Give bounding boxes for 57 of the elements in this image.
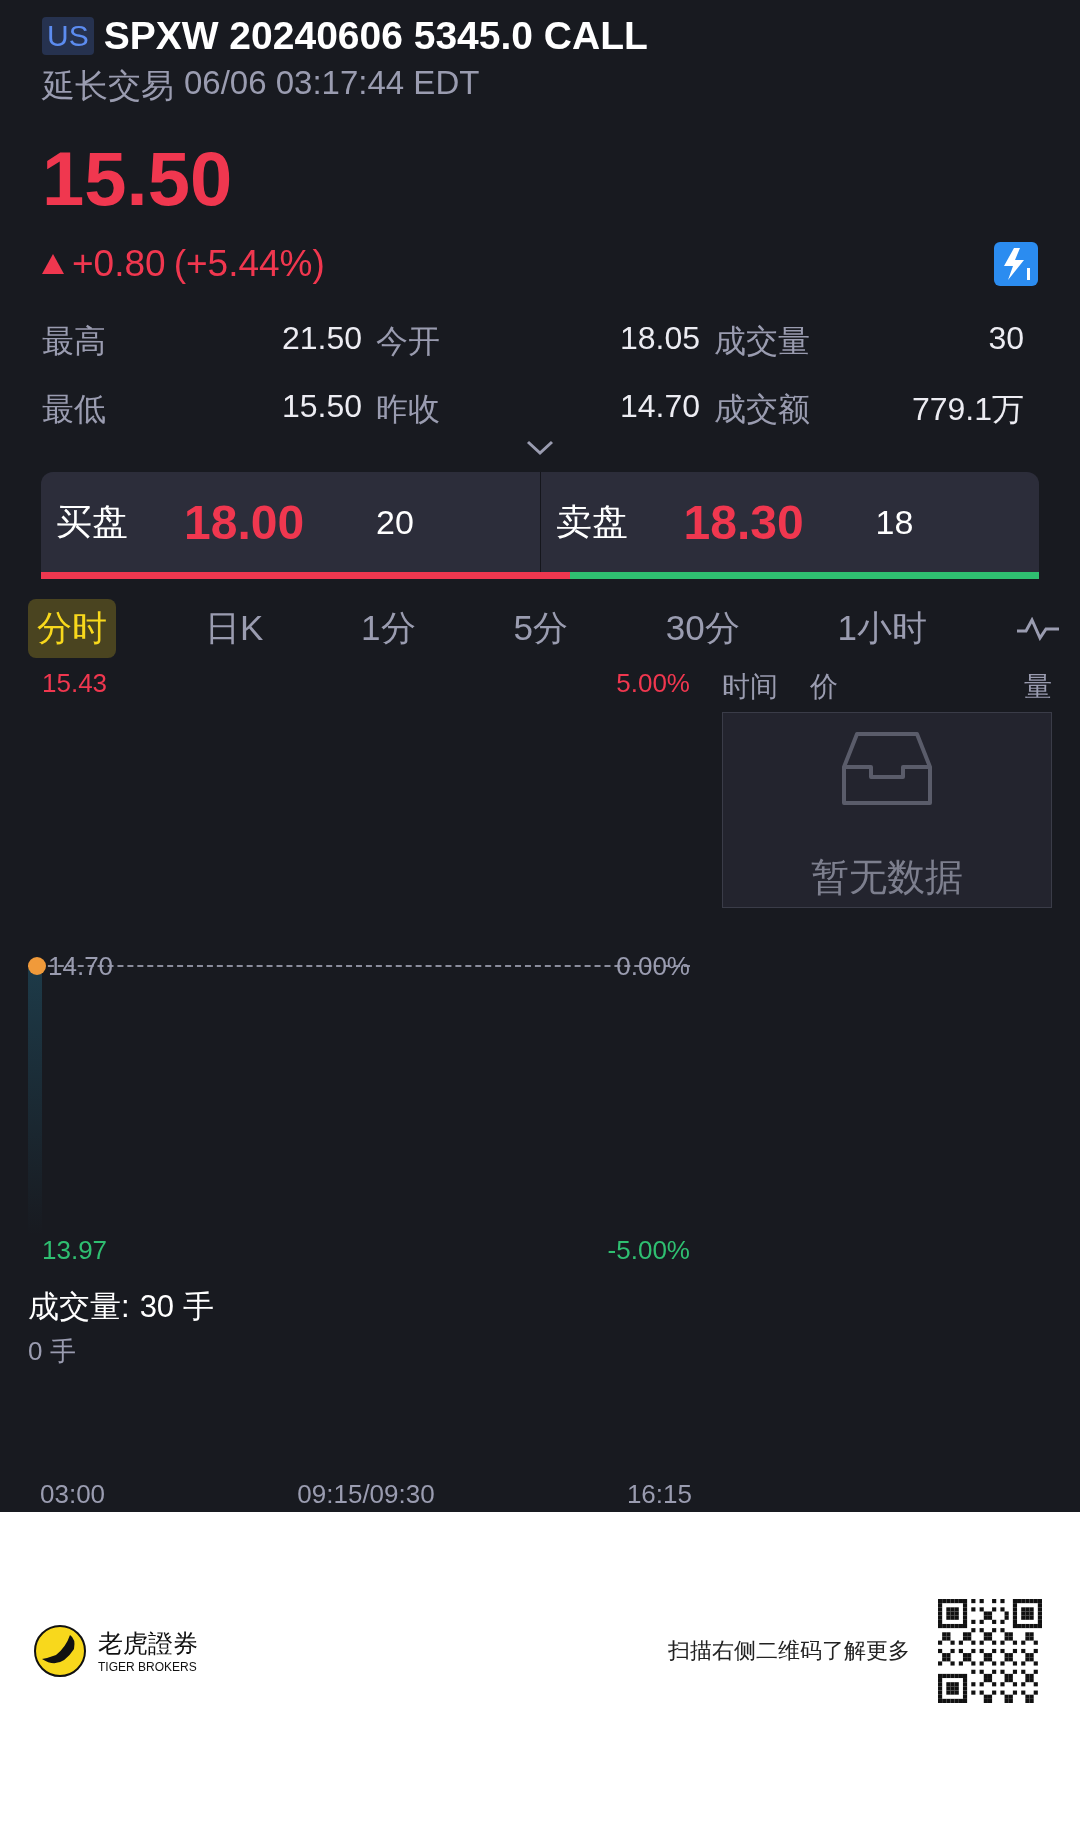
stat-value: 21.50	[280, 320, 363, 358]
market-badge: US	[42, 17, 94, 55]
stat-value: 15.50	[280, 388, 363, 426]
volume-cursor-value: 0 手	[28, 1335, 77, 1368]
bid-price: 18.00	[184, 494, 306, 550]
ask-label: 卖盘	[555, 499, 629, 544]
axis-label: 14.70	[48, 950, 114, 982]
price-change: +0.80	[72, 243, 166, 285]
brand-subtitle: TIGER BROKERS	[98, 1660, 198, 1674]
stat-label: 昨收	[376, 390, 441, 429]
column-header: 量	[1024, 670, 1052, 704]
last-price: 15.50	[42, 135, 234, 222]
stat-label: 今开	[376, 322, 441, 361]
axis-label: 13.97	[42, 1235, 108, 1266]
session-label: 延长交易	[42, 66, 174, 106]
lightning-icon[interactable]	[994, 242, 1038, 286]
volume-value: 30 手	[139, 1288, 214, 1326]
period-tab[interactable]: 分时	[28, 599, 116, 658]
stat-label: 最低	[42, 390, 107, 429]
volume-label: 成交量:	[28, 1288, 130, 1326]
time-label: 03:00	[40, 1479, 106, 1510]
stat-value: 18.05	[618, 320, 701, 358]
column-header: 价	[810, 670, 838, 704]
axis-label: 0.00%	[616, 950, 690, 982]
ask-price: 18.30	[683, 494, 805, 550]
stat-label: 最高	[42, 322, 107, 361]
time-label: 09:15/09:30	[297, 1479, 435, 1510]
period-tab[interactable]: 30分	[656, 599, 749, 658]
axis-label: 15.43	[42, 668, 108, 699]
bid-size: 20	[376, 502, 414, 542]
ask-size: 18	[875, 502, 914, 542]
period-tab[interactable]: 日K	[195, 599, 273, 658]
stat-label: 成交额	[714, 390, 811, 429]
chevron-down-icon[interactable]	[526, 440, 554, 456]
tiger-logo-icon	[34, 1624, 86, 1677]
time-label: 16:15	[626, 1479, 692, 1510]
period-tab[interactable]: 1小时	[828, 599, 937, 658]
qr-code-icon	[938, 1598, 1042, 1703]
contract-title: SPXW 20240606 5345.0 CALL	[103, 14, 648, 58]
period-tab[interactable]: 1分	[352, 599, 425, 658]
bid-label: 买盘	[56, 499, 129, 544]
inbox-icon	[841, 731, 933, 807]
period-tab[interactable]: 5分	[504, 599, 577, 658]
brand-name: 老虎證券	[98, 1628, 198, 1659]
axis-label: 5.00%	[616, 668, 690, 699]
stat-value: 30	[987, 320, 1025, 358]
qr-caption: 扫描右侧二维码了解更多	[668, 1636, 910, 1665]
stat-value: 779.1万	[910, 390, 1025, 429]
stat-value: 14.70	[618, 388, 701, 426]
column-header: 时间	[722, 670, 778, 704]
price-point	[28, 957, 46, 975]
line-chart-icon[interactable]	[1015, 616, 1060, 641]
percent-change: (+5.44%)	[173, 243, 325, 285]
stat-label: 成交量	[714, 322, 811, 361]
timestamp: 06/06 03:17:44 EDT	[184, 64, 480, 103]
empty-message: 暂无数据	[811, 855, 963, 900]
axis-label: -5.00%	[607, 1235, 690, 1266]
